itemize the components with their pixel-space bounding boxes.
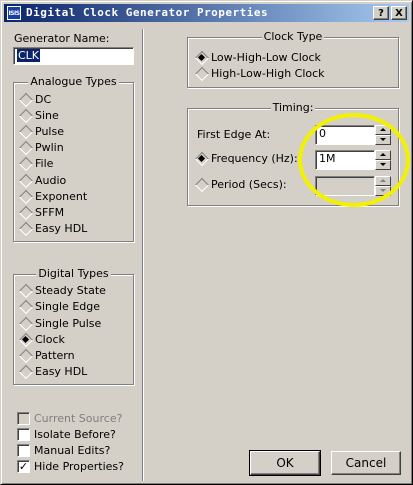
radio-analogue-dc[interactable]: DC: [20, 92, 51, 108]
radio-digital-steady-state[interactable]: Steady State: [20, 283, 106, 299]
radio-icon: [20, 223, 31, 234]
radio-icon: [20, 110, 31, 121]
radio-frequency[interactable]: Frequency (Hz):: [196, 151, 298, 167]
radio-low-high-low-clock[interactable]: Low-High-Low Clock: [196, 50, 321, 66]
current-source-checkbox[interactable]: Current Source?: [17, 411, 122, 427]
first-edge-input[interactable]: 0: [315, 125, 375, 145]
radio-analogue-sine[interactable]: Sine: [20, 108, 59, 124]
checkbox-icon: [17, 427, 30, 441]
checkmark-icon: ✓: [17, 459, 30, 473]
analogue-types-title: Analogue Types: [28, 75, 119, 88]
properties-dialog: ISIS Digital Clock Generator Properties …: [0, 0, 413, 485]
digital-types-title: Digital Types: [36, 267, 111, 280]
first-edge-label: First Edge At:: [197, 128, 271, 141]
radio-high-low-high-clock[interactable]: High-Low-High Clock: [196, 66, 325, 82]
radio-analogue-audio[interactable]: Audio: [20, 173, 66, 189]
period-input[interactable]: [315, 176, 375, 196]
radio-selected-icon: [20, 334, 31, 345]
radio-icon: [20, 94, 31, 105]
isolate-before-checkbox[interactable]: Isolate Before?: [17, 427, 116, 443]
period-spinner[interactable]: [375, 176, 391, 196]
checkbox-icon: [17, 411, 30, 425]
generator-name-field[interactable]: CLK: [13, 47, 134, 65]
radio-analogue-sffm[interactable]: SFFM: [20, 205, 64, 221]
radio-icon: [20, 318, 31, 329]
radio-analogue-pwlin[interactable]: Pwlin: [20, 140, 64, 156]
checkbox-icon: [17, 443, 30, 457]
spin-up-icon[interactable]: [375, 176, 391, 186]
radio-icon: [20, 285, 31, 296]
radio-icon: [196, 68, 207, 79]
radio-icon: [20, 142, 31, 153]
radio-digital-pattern[interactable]: Pattern: [20, 348, 75, 364]
timing-title: Timing:: [270, 101, 316, 114]
radio-icon: [20, 350, 31, 361]
radio-icon: [20, 126, 31, 137]
radio-digital-easy-hdl[interactable]: Easy HDL: [20, 364, 87, 380]
radio-icon: [196, 179, 207, 190]
spin-down-icon[interactable]: [375, 135, 391, 145]
radio-selected-icon: [196, 52, 207, 63]
radio-icon: [20, 366, 31, 377]
spin-down-icon[interactable]: [375, 186, 391, 196]
radio-analogue-exponent[interactable]: Exponent: [20, 189, 87, 205]
clock-type-title: Clock Type: [261, 30, 325, 43]
radio-digital-clock[interactable]: Clock: [20, 332, 65, 348]
radio-selected-icon: [196, 153, 207, 164]
ok-button[interactable]: OK: [249, 450, 321, 476]
radio-icon: [20, 191, 31, 202]
radio-digital-single-pulse[interactable]: Single Pulse: [20, 316, 101, 332]
help-button[interactable]: ?: [373, 6, 389, 20]
radio-icon: [20, 175, 31, 186]
spin-down-icon[interactable]: [375, 160, 391, 170]
radio-analogue-file[interactable]: File: [20, 156, 53, 172]
frequency-input[interactable]: 1M: [315, 150, 375, 170]
cancel-button[interactable]: Cancel: [331, 451, 401, 475]
divider: [142, 29, 144, 481]
hide-properties-checkbox[interactable]: ✓ Hide Properties?: [17, 459, 124, 475]
radio-icon: [20, 207, 31, 218]
generator-name-value: CLK: [17, 49, 41, 62]
app-icon: ISIS: [7, 6, 21, 20]
radio-period[interactable]: Period (Secs):: [196, 177, 287, 193]
close-icon[interactable]: X: [391, 6, 407, 20]
generator-name-label: Generator Name:: [14, 32, 110, 45]
manual-edits-checkbox[interactable]: Manual Edits?: [17, 443, 110, 459]
spin-up-icon[interactable]: [375, 150, 391, 160]
radio-icon: [20, 301, 31, 312]
radio-icon: [20, 158, 31, 169]
radio-digital-single-edge[interactable]: Single Edge: [20, 299, 100, 315]
spin-up-icon[interactable]: [375, 125, 391, 135]
radio-analogue-easy-hdl[interactable]: Easy HDL: [20, 221, 87, 237]
radio-analogue-pulse[interactable]: Pulse: [20, 124, 64, 140]
frequency-spinner[interactable]: [375, 150, 391, 170]
first-edge-spinner[interactable]: [375, 125, 391, 145]
title-bar[interactable]: ISIS Digital Clock Generator Properties …: [4, 4, 409, 22]
window-title: Digital Clock Generator Properties: [26, 6, 269, 19]
